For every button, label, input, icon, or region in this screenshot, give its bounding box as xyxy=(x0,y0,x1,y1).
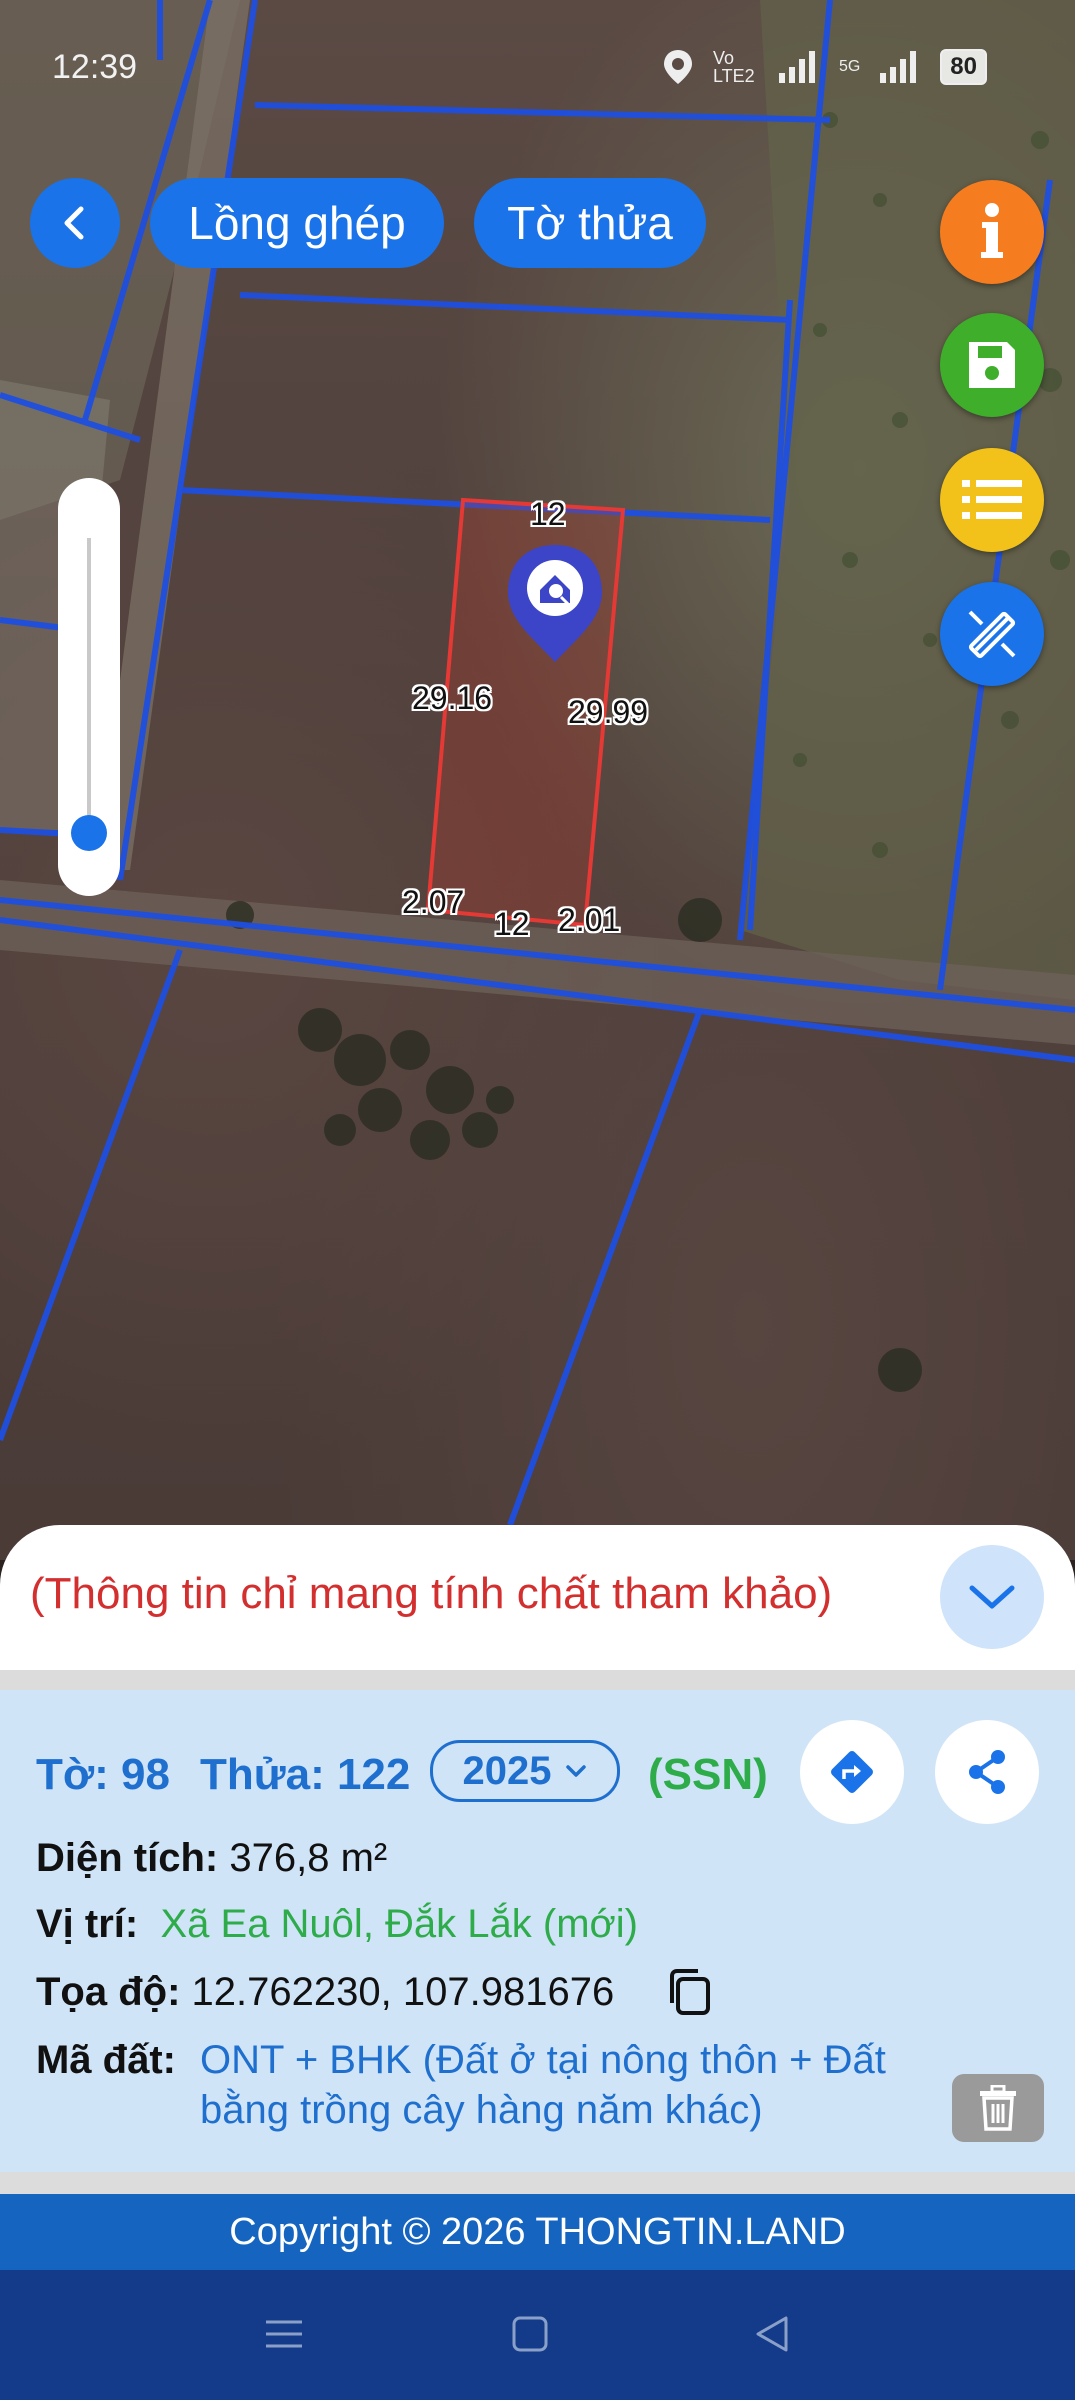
parcel-label-top: 12 xyxy=(530,496,566,532)
ssn-badge: (SSN) xyxy=(648,1750,768,1799)
map-view[interactable]: 12 29.16 29.99 2.07 12 2.01 12:39 Vo LTE… xyxy=(0,0,1075,1560)
battery-indicator: 80 xyxy=(940,49,987,85)
land-code-label: Mã đất: xyxy=(36,2038,176,2082)
list-icon xyxy=(962,480,1022,519)
parcel-ids: Tờ: 98 Thửa: 122 xyxy=(36,1750,410,1800)
status-icons: Vo LTE2 5G 80 xyxy=(661,48,987,86)
chevron-left-icon xyxy=(64,206,84,240)
year-value: 2025 xyxy=(462,1748,552,1793)
save-icon xyxy=(969,342,1015,388)
share-button[interactable] xyxy=(935,1720,1039,1824)
coordinate-value: 12.762230, 107.981676 xyxy=(191,1970,615,2014)
trash-icon xyxy=(980,2085,1016,2131)
layer-overlay-button[interactable]: Lồng ghép xyxy=(150,178,444,268)
measure-button[interactable] xyxy=(940,582,1044,686)
collapse-button[interactable] xyxy=(940,1545,1044,1649)
network-5g: 5G xyxy=(838,58,861,75)
square-icon[interactable] xyxy=(510,2314,550,2354)
chevron-down-icon xyxy=(566,1765,587,1777)
triangle-back-icon[interactable] xyxy=(752,2314,792,2354)
system-nav-bar xyxy=(0,2270,1075,2400)
parcel-info-panel: Tờ: 98 Thửa: 122 2025 (SSN) Diện tích: 37… xyxy=(0,1690,1075,2172)
coordinate-row: Tọa độ: 12.762230, 107.981676 xyxy=(36,1970,614,2015)
menu-icon[interactable] xyxy=(264,2314,304,2354)
sheet-number: Tờ: 98 xyxy=(36,1750,170,1799)
ruler-pencil-icon xyxy=(968,610,1016,659)
copy-icon[interactable] xyxy=(664,1967,714,2017)
parcel-label-bottom: 12 xyxy=(494,906,530,942)
status-time: 12:39 xyxy=(52,48,138,86)
info-button[interactable] xyxy=(940,180,1044,284)
location-label: Vị trí: xyxy=(36,1902,139,1946)
land-code-line-1: ONT + BHK (Đất ở tại nông thôn + Đất xyxy=(200,2038,886,2082)
coordinate-label: Tọa độ: xyxy=(36,1970,181,2014)
copyright-footer: Copyright © 2026 THONGTIN.LAND xyxy=(0,2194,1075,2270)
area-row: Diện tích: 376,8 m² xyxy=(36,1836,387,1881)
land-code-row: Mã đất: xyxy=(36,2038,176,2083)
list-button[interactable] xyxy=(940,448,1044,552)
zoom-handle[interactable] xyxy=(71,815,107,851)
status-bar: 12:39 Vo LTE2 5G 80 xyxy=(0,0,1075,110)
parcel-label-right: 29.99 xyxy=(568,694,649,730)
signal-icon xyxy=(778,51,815,83)
disclaimer-text: (Thông tin chỉ mang tính chất tham khảo) xyxy=(30,1569,833,1618)
parcel-label-left: 29.16 xyxy=(412,680,493,716)
parcel-label-bottom-left: 2.07 xyxy=(402,884,465,920)
land-code-line-2: bằng trồng cây hàng năm khác) xyxy=(200,2088,763,2132)
back-button[interactable] xyxy=(30,178,120,268)
chevron-down-icon xyxy=(969,1585,1015,1609)
divider-bottom xyxy=(0,2172,1075,2194)
zoom-slider[interactable] xyxy=(58,478,120,896)
save-button[interactable] xyxy=(940,313,1044,417)
year-select[interactable]: 2025 xyxy=(430,1740,620,1802)
bottom-sheet-header: (Thông tin chỉ mang tính chất tham khảo) xyxy=(0,1525,1075,1670)
area-value: 376,8 m² xyxy=(229,1836,388,1880)
parcel-label-bottom-right: 2.01 xyxy=(558,902,621,938)
directions-button[interactable] xyxy=(800,1720,904,1824)
area-label: Diện tích: xyxy=(36,1836,219,1880)
network-label: Vo LTE2 xyxy=(712,48,755,86)
delete-button[interactable] xyxy=(952,2074,1044,2142)
zoom-track xyxy=(87,538,91,828)
parcel-sheet-button[interactable]: Tờ thửa xyxy=(474,178,706,268)
info-icon xyxy=(981,203,1003,258)
parcel-number: Thửa: 122 xyxy=(199,1750,411,1799)
directions-icon xyxy=(831,1751,873,1793)
location-value: Xã Ea Nuôl, Đắk Lắk (mới) xyxy=(160,1902,638,1946)
location-row: Vị trí: Xã Ea Nuôl, Đắk Lắk (mới) xyxy=(36,1902,638,1947)
signal-icon-2 xyxy=(880,51,917,83)
share-icon xyxy=(969,1750,1005,1794)
location-icon xyxy=(663,50,692,84)
divider xyxy=(0,1670,1075,1690)
